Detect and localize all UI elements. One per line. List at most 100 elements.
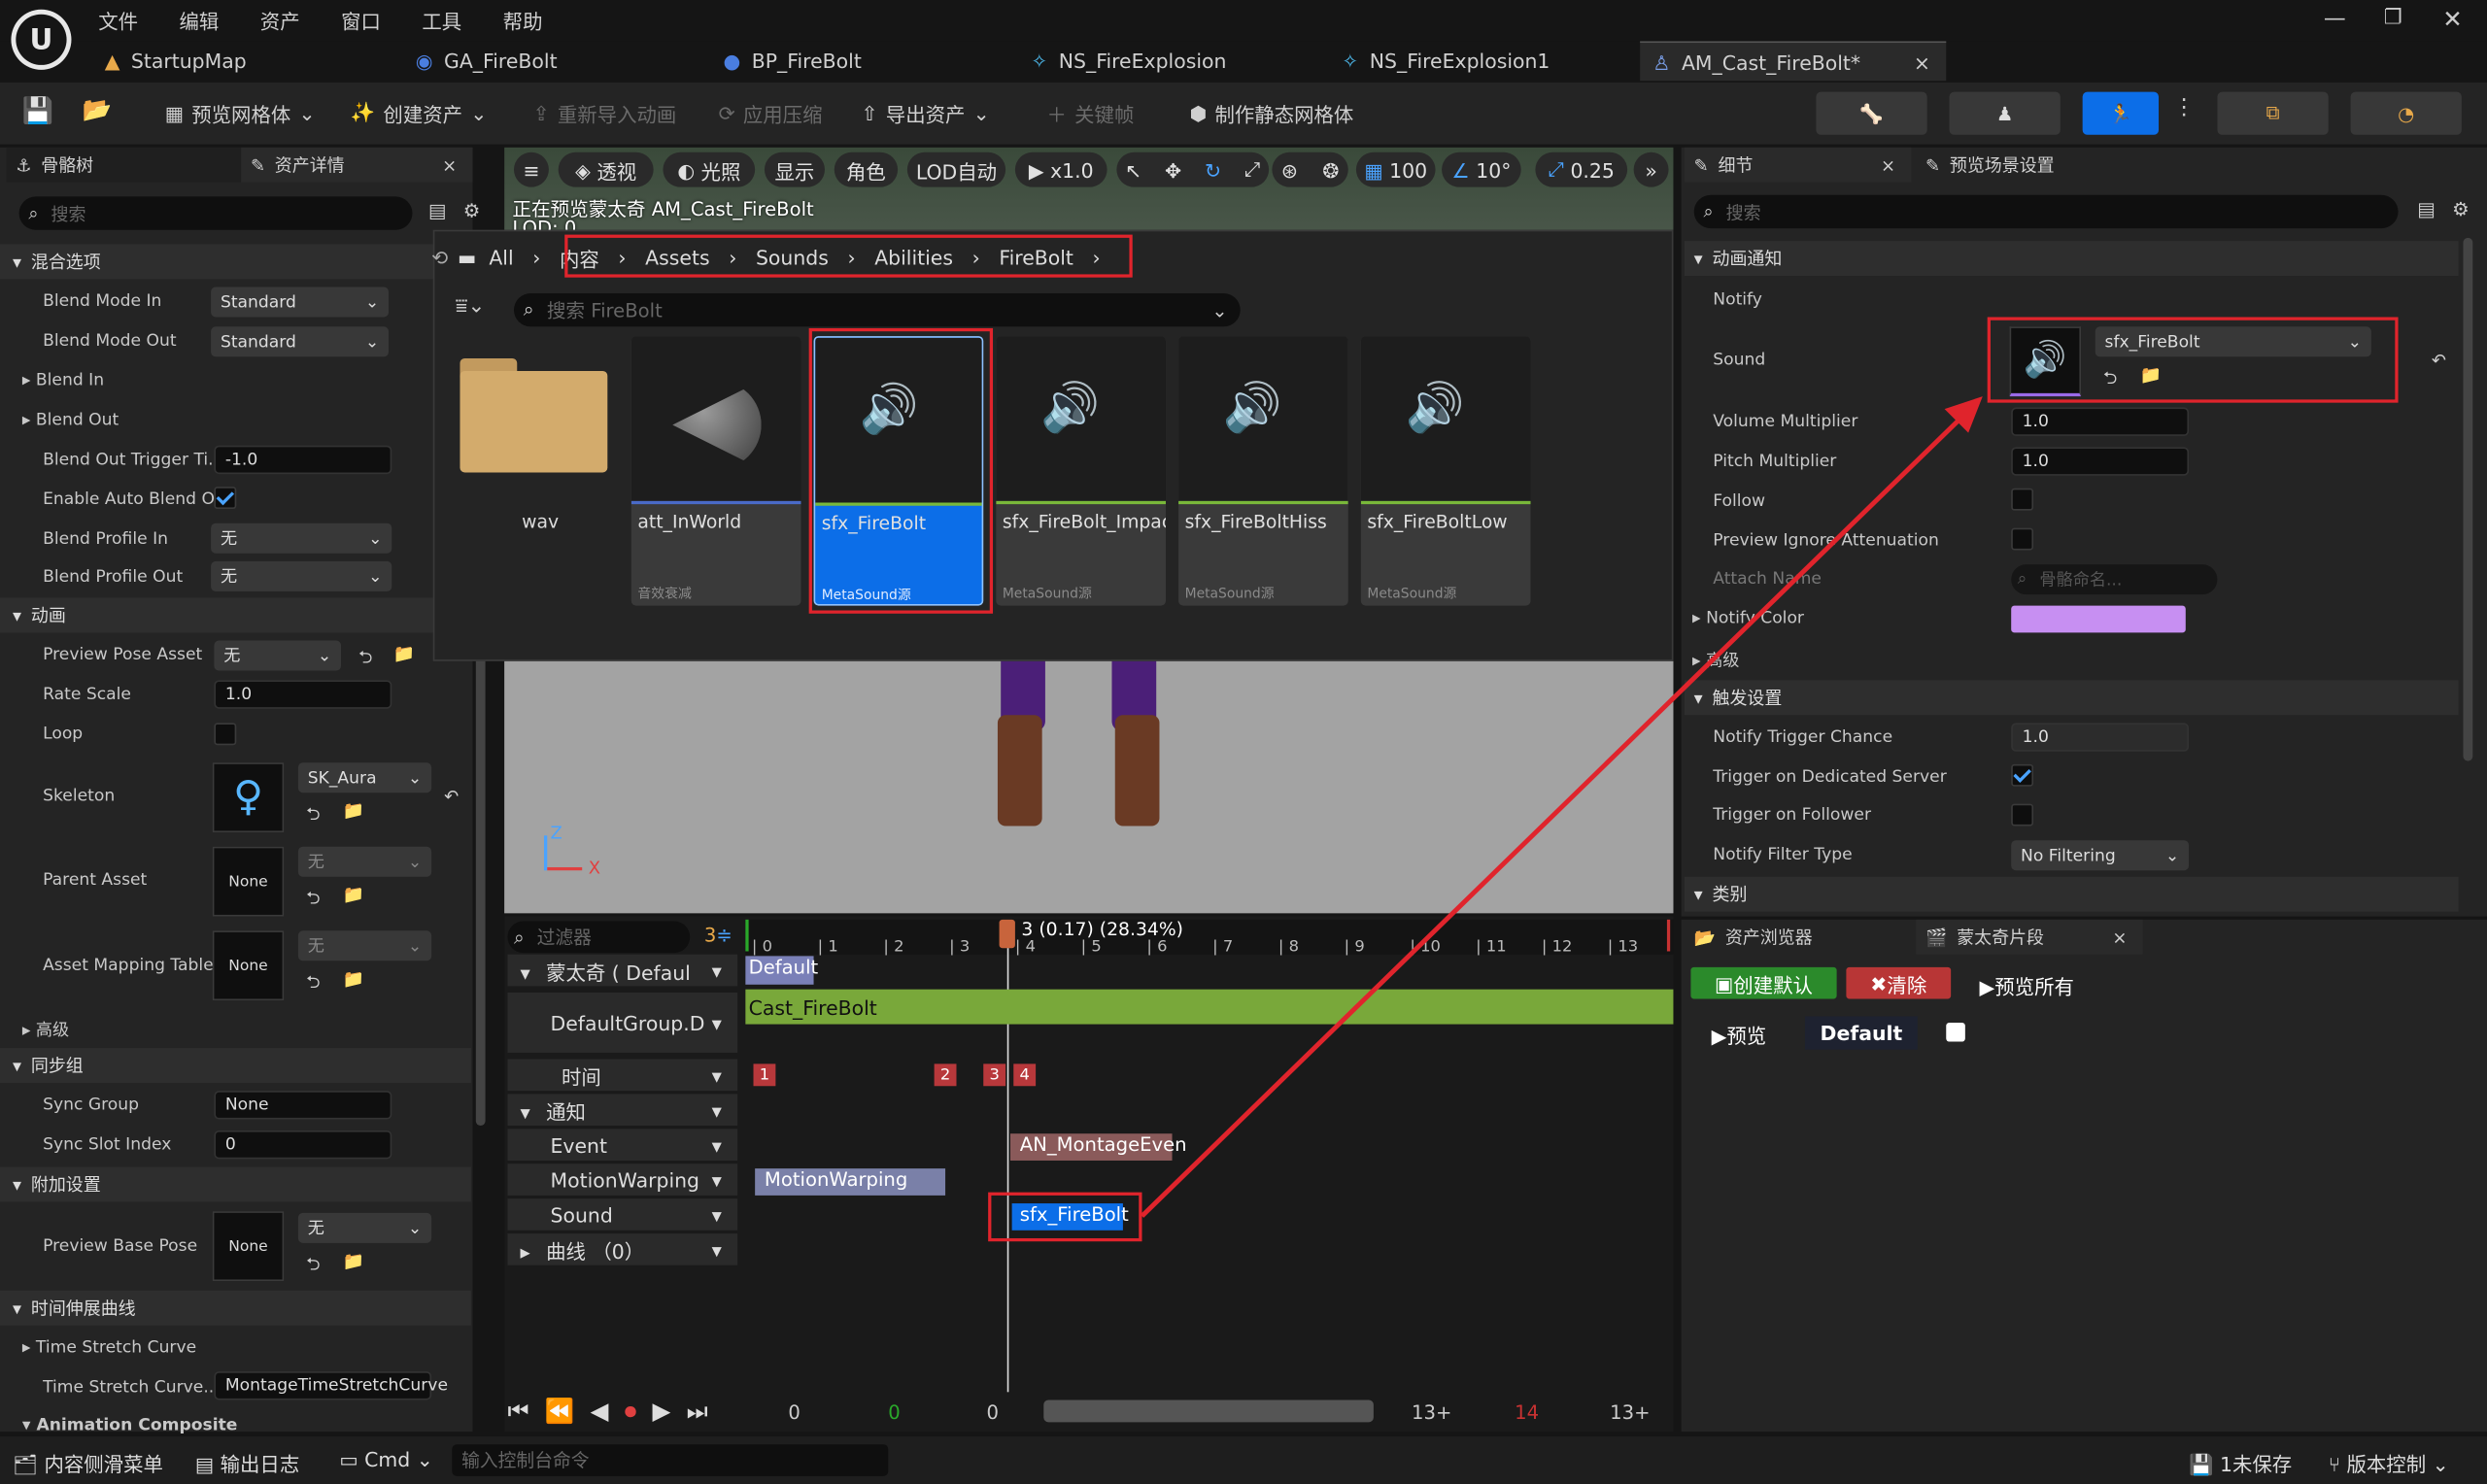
reset-to-default-icon[interactable]: ↶	[2432, 351, 2446, 371]
character-button[interactable]: 角色	[834, 152, 899, 187]
track-montage[interactable]: ▾ 蒙太奇 ( Defaul ▾	[507, 954, 738, 987]
tab-ns-fireexplosion1[interactable]: ✧ NS_FireExplosion1	[1329, 41, 1630, 81]
skip-start-icon[interactable]: ⏮	[507, 1397, 528, 1425]
animation-mode-button[interactable]: 🏃	[2082, 91, 2160, 135]
rate-scale-input[interactable]: 1.0	[214, 680, 392, 709]
preview-pose-asset-select[interactable]: 无 ⌄	[214, 640, 342, 671]
apply-compression-button[interactable]: ⟳ 应用压缩	[719, 92, 823, 133]
section-animation[interactable]: ▾ 动画	[0, 597, 471, 633]
select-icon[interactable]: ↖	[1125, 157, 1141, 181]
export-asset-button[interactable]: ⇧ 导出资产 ⌄	[862, 92, 990, 133]
marker-2[interactable]: 2	[934, 1063, 957, 1087]
settings-icon[interactable]: ⚙	[463, 200, 481, 222]
browse-asset-icon[interactable]: 📁	[393, 644, 415, 664]
track-event[interactable]: Event ▾	[507, 1129, 738, 1161]
tab-bp-firebolt[interactable]: ● BP_FireBolt	[710, 41, 1011, 81]
use-selected-icon[interactable]: ⮌	[306, 885, 320, 915]
use-selected-icon[interactable]: ⮌	[306, 1251, 320, 1281]
range-end-value[interactable]: 13+	[1610, 1401, 1650, 1424]
create-asset-button[interactable]: ✨ 创建资产 ⌄	[351, 92, 488, 133]
preview-ignore-attenuation-checkbox[interactable]	[2011, 527, 2034, 551]
browse-asset-icon[interactable]: 📁	[343, 800, 364, 821]
tab-am-cast-firebolt[interactable]: ♙ AM_Cast_FireBolt* ×	[1640, 41, 1947, 82]
section-trigger-settings[interactable]: ▾ 触发设置	[1684, 680, 2459, 716]
menu-file[interactable]: 文件	[98, 5, 138, 35]
notify-motion-warping[interactable]: MotionWarping	[755, 1168, 946, 1196]
play-forward-icon[interactable]: ▶	[652, 1397, 670, 1425]
content-drawer-button[interactable]: 🗂 内容侧滑菜单	[13, 1447, 163, 1477]
blend-out-trigger-input[interactable]: -1.0	[214, 445, 392, 475]
filter-icon[interactable]: ⩸⌄	[456, 295, 486, 319]
playback-start-value[interactable]: 0	[888, 1401, 900, 1424]
section-category[interactable]: ▾ 类别	[1684, 876, 2459, 912]
browse-asset-icon[interactable]: 📁	[343, 885, 364, 905]
preview-mesh-button[interactable]: ▦ 预览网格体 ⌄	[165, 92, 316, 133]
source-control-button[interactable]: ⑂ 版本控制 ⌄	[2329, 1447, 2449, 1477]
parent-asset-select[interactable]: 无 ⌄	[297, 846, 432, 877]
grid-snap-button[interactable]: ▦ 100	[1355, 152, 1436, 187]
enable-auto-blend-checkbox[interactable]	[214, 487, 237, 510]
section-sync-group[interactable]: ▾ 同步组	[0, 1048, 471, 1083]
camera-tools[interactable]: ⊛ ❂	[1272, 152, 1348, 187]
marker-4[interactable]: 4	[1013, 1063, 1037, 1087]
perspective-button[interactable]: ◈ 透视	[558, 152, 654, 187]
track-default-group[interactable]: DefaultGroup.D ▾	[507, 992, 738, 1053]
sync-group-input[interactable]: None	[214, 1091, 392, 1120]
restore-icon[interactable]: ❐	[2384, 7, 2402, 30]
surface-snap-icon[interactable]: ❂	[1322, 157, 1339, 181]
track-motion-warping[interactable]: MotionWarping ▾	[507, 1164, 738, 1196]
unsaved-button[interactable]: 💾 1未保存	[2189, 1447, 2292, 1477]
skeleton-select[interactable]: SK_Aura ⌄	[297, 762, 432, 793]
playback-speed-button[interactable]: ▶ x1.0	[1014, 152, 1107, 187]
advanced-row[interactable]: ▸ 高级	[22, 1018, 69, 1041]
cmd-select[interactable]: ▭ Cmd ⌄	[339, 1447, 432, 1470]
timeline-filter[interactable]: ⌕ 过滤器	[507, 921, 691, 954]
viewport-menu-button[interactable]: ≡	[513, 152, 549, 187]
transform-tools[interactable]: ↖ ✥ ↻ ⤢	[1116, 152, 1270, 187]
tab-details[interactable]: ✎ 细节 ×	[1684, 147, 1912, 183]
blend-out-row[interactable]: ▸ Blend Out	[22, 411, 119, 430]
loop-section-checkbox[interactable]	[1946, 1022, 1965, 1042]
trigger-follower-checkbox[interactable]	[2011, 803, 2034, 826]
marker-1[interactable]: 1	[753, 1063, 776, 1087]
close-tab-icon[interactable]: ×	[1914, 50, 1930, 73]
notify-color-swatch[interactable]	[2011, 605, 2186, 633]
skeleton-thumbnail[interactable]: ♀	[212, 762, 285, 833]
browse-icon[interactable]: 📂	[83, 95, 113, 123]
menu-help[interactable]: 帮助	[503, 5, 543, 35]
parent-asset-thumbnail[interactable]: None	[212, 846, 285, 917]
section-additive-settings[interactable]: ▾ 附加设置	[0, 1166, 471, 1202]
reset-to-default-icon[interactable]: ↶	[444, 787, 459, 807]
tab-asset-details[interactable]: ✎ 资产详情 ×	[241, 147, 473, 183]
browse-asset-icon[interactable]: 📁	[343, 1251, 364, 1271]
menu-window[interactable]: 窗口	[341, 5, 381, 35]
volume-multiplier-input[interactable]: 1.0	[2011, 407, 2190, 436]
tab-skeleton-tree[interactable]: ⚓ 骨骼树	[6, 147, 242, 183]
notify-color-row[interactable]: ▸ Notify Color	[1692, 609, 1804, 628]
play-reverse-icon[interactable]: ◀	[591, 1397, 609, 1425]
notify-filter-type-select[interactable]: No Filtering ⌄	[2011, 840, 2190, 871]
tab-montage-sections[interactable]: 🎬 蒙太奇片段 ×	[1916, 919, 2143, 955]
notify-montage-event[interactable]: AN_MontageEven	[1009, 1133, 1187, 1161]
details-search[interactable]: ⌕ 搜索	[1693, 194, 2399, 229]
close-panel-icon[interactable]: ×	[2112, 927, 2127, 947]
view-start-value[interactable]: 0	[987, 1401, 999, 1424]
track-time[interactable]: 时间 ▾	[507, 1059, 738, 1092]
tab-startupmap[interactable]: ▲ StartupMap	[92, 41, 393, 81]
menu-edit[interactable]: 编辑	[180, 5, 220, 35]
table-view-icon[interactable]: ▤	[428, 200, 447, 222]
settings-icon[interactable]: ⚙	[2452, 198, 2470, 220]
move-icon[interactable]: ✥	[1165, 157, 1181, 181]
trigger-dedicated-server-checkbox[interactable]	[2011, 763, 2034, 787]
section-default[interactable]: Default	[745, 956, 818, 985]
step-back-icon[interactable]: ⏪	[545, 1397, 575, 1425]
scale-icon[interactable]: ⤢	[1244, 157, 1260, 183]
close-panel-icon[interactable]: ×	[442, 154, 457, 175]
skip-end-icon[interactable]: ⏭	[687, 1397, 708, 1425]
timeline-scrollbar[interactable]	[1043, 1400, 1374, 1423]
more-options-icon[interactable]: ⋮	[2173, 95, 2196, 120]
close-window-icon[interactable]: ✕	[2442, 5, 2463, 33]
menu-asset[interactable]: 资产	[260, 5, 300, 35]
attach-name-input[interactable]: ⌕ 骨骼命名...	[2011, 564, 2218, 595]
show-button[interactable]: 显示	[764, 152, 825, 187]
